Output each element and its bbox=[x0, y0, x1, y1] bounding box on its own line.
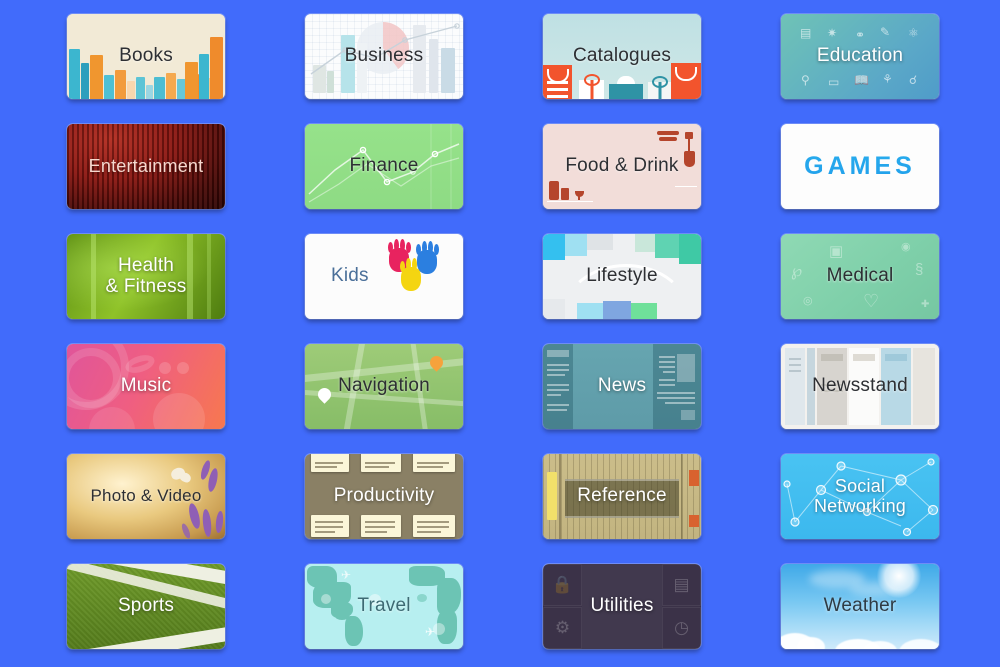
category-tile-reference[interactable]: Reference bbox=[543, 454, 701, 539]
category-tile-kids[interactable]: Kids bbox=[305, 234, 463, 319]
category-tile-travel[interactable]: ✈ ✈ Travel bbox=[305, 564, 463, 649]
category-tile-catalogues[interactable]: Catalogues bbox=[543, 14, 701, 99]
category-label-music: Music bbox=[120, 375, 172, 397]
category-tile-social-networking[interactable]: Social Networking bbox=[781, 454, 939, 539]
category-label-reference: Reference bbox=[577, 485, 667, 507]
category-label-games: GAMES bbox=[781, 124, 939, 209]
category-label-books: Books bbox=[119, 45, 173, 67]
category-label-photo-video: Photo & Video bbox=[90, 486, 202, 506]
category-tile-education[interactable]: ▤ ✷ ⚭ ✎ ⚛ ⚲ ▭ 📖 ⚘ ☌ Education bbox=[781, 14, 939, 99]
category-label-travel: Travel bbox=[357, 595, 411, 617]
category-tile-health-fitness[interactable]: Health & Fitness bbox=[67, 234, 225, 319]
category-tile-utilities[interactable]: 🔒 ⚙ ▤ ◷ Utilities bbox=[543, 564, 701, 649]
category-tile-news[interactable]: News bbox=[543, 344, 701, 429]
category-grid: Books Business Catalogues ▤ ✷ ⚭ ✎ ⚛ ⚲ ▭ … bbox=[0, 0, 1000, 667]
category-tile-food-drink[interactable]: Food & Drink bbox=[543, 124, 701, 209]
category-label-health-fitness: Health & Fitness bbox=[105, 254, 187, 297]
category-label-food-drink: Food & Drink bbox=[565, 155, 679, 177]
category-label-kids: Kids bbox=[331, 265, 369, 287]
category-label-lifestyle: Lifestyle bbox=[586, 265, 658, 287]
category-label-education: Education bbox=[816, 45, 904, 67]
category-tile-entertainment[interactable]: Entertainment bbox=[67, 124, 225, 209]
category-label-entertainment: Entertainment bbox=[88, 155, 204, 176]
category-tile-photo-video[interactable]: Photo & Video bbox=[67, 454, 225, 539]
category-label-newsstand: Newsstand bbox=[812, 375, 908, 397]
category-tile-newsstand[interactable]: Newsstand bbox=[781, 344, 939, 429]
category-tile-business[interactable]: Business bbox=[305, 14, 463, 99]
category-label-sports: Sports bbox=[117, 595, 175, 617]
category-tile-sports[interactable]: Sports bbox=[67, 564, 225, 649]
category-label-social-networking: Social Networking bbox=[813, 476, 907, 516]
category-label-news: News bbox=[597, 375, 647, 397]
category-tile-medical[interactable]: ▣ ℘ ♡ § ◉ ◎ ✚ Medical bbox=[781, 234, 939, 319]
category-label-finance: Finance bbox=[349, 155, 419, 177]
category-tile-games[interactable]: GAMES bbox=[781, 124, 939, 209]
category-label-weather: Weather bbox=[823, 595, 897, 617]
category-label-productivity: Productivity bbox=[333, 485, 435, 507]
category-tile-lifestyle[interactable]: Lifestyle bbox=[543, 234, 701, 319]
category-tile-books[interactable]: Books bbox=[67, 14, 225, 99]
category-tile-music[interactable]: Music bbox=[67, 344, 225, 429]
category-label-utilities: Utilities bbox=[590, 595, 654, 617]
category-tile-finance[interactable]: Finance bbox=[305, 124, 463, 209]
category-tile-productivity[interactable]: Productivity bbox=[305, 454, 463, 539]
category-tile-weather[interactable]: Weather bbox=[781, 564, 939, 649]
category-label-business: Business bbox=[344, 45, 424, 67]
category-tile-navigation[interactable]: Navigation bbox=[305, 344, 463, 429]
category-label-navigation: Navigation bbox=[338, 375, 430, 397]
category-label-catalogues: Catalogues bbox=[572, 45, 672, 67]
category-label-medical: Medical bbox=[826, 265, 894, 287]
